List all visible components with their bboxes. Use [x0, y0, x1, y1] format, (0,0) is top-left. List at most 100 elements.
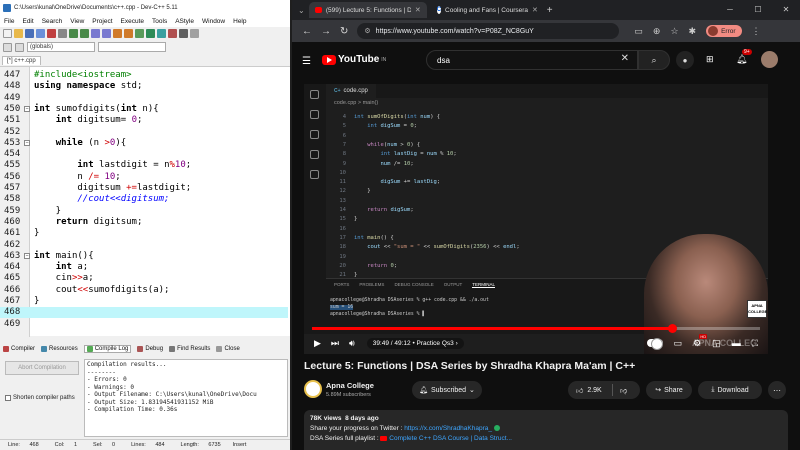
- maximize-icon[interactable]: ☐: [744, 0, 772, 20]
- menu-project[interactable]: Project: [92, 18, 112, 25]
- tab-compile-log[interactable]: Compile Log: [83, 345, 132, 353]
- compile-run-icon[interactable]: [157, 29, 166, 38]
- new-tab-icon[interactable]: +: [547, 5, 553, 16]
- twitter-link[interactable]: https://x.com/ShradhaKhapra_: [404, 425, 492, 432]
- channel-avatar[interactable]: [304, 380, 322, 398]
- close-file-icon[interactable]: [47, 29, 56, 38]
- bookmark-star-icon[interactable]: ☆: [670, 26, 678, 37]
- code-line[interactable]: 455 int lastdigit = n%10;: [0, 160, 288, 171]
- browser-tab-coursera[interactable]: C Cooling and Fans | Coursera ✕: [431, 2, 543, 18]
- profile-icon[interactable]: [190, 29, 199, 38]
- zoom-icon[interactable]: ⊕: [653, 26, 661, 37]
- cast-icon[interactable]: ▭: [634, 26, 643, 37]
- menu-dots-icon[interactable]: ⋮: [752, 26, 761, 37]
- site-info-icon[interactable]: ⚙: [364, 27, 370, 35]
- code-line[interactable]: 450− int sumofdigits(int n){: [0, 104, 288, 115]
- share-button[interactable]: ↪ Share: [646, 381, 692, 399]
- theater-mode-icon[interactable]: ▬: [732, 338, 741, 348]
- fullscreen-icon[interactable]: ⛶: [752, 338, 758, 349]
- clear-search-icon[interactable]: ✕: [621, 53, 629, 64]
- class-browser-icon[interactable]: [3, 42, 12, 52]
- like-dislike-button[interactable]: 👍︎ 2.9K 👎︎: [568, 381, 640, 399]
- close-tab-icon[interactable]: ✕: [532, 6, 538, 14]
- tab-search-icon[interactable]: ⌄: [298, 6, 305, 15]
- code-editor[interactable]: 447 #include<iostream> 448 using namespace …: [0, 66, 290, 337]
- thumbs-up-icon[interactable]: 👍︎: [576, 386, 583, 395]
- tab-resources[interactable]: Resources: [41, 346, 78, 352]
- code-line[interactable]: 458 //cout<<digitsum;: [0, 194, 288, 205]
- menu-astyle[interactable]: AStyle: [175, 18, 194, 25]
- code-line[interactable]: 459 }: [0, 206, 288, 217]
- video-description[interactable]: 78K views 8 days ago Share your progress…: [304, 410, 788, 450]
- fold-toggle-icon[interactable]: −: [24, 139, 30, 146]
- code-line[interactable]: 464 int a;: [0, 262, 288, 273]
- code-line[interactable]: 468: [0, 307, 288, 319]
- create-video-icon[interactable]: ⊞: [706, 54, 714, 65]
- user-avatar[interactable]: [761, 51, 778, 68]
- menu-edit[interactable]: Edit: [22, 18, 33, 25]
- time-display[interactable]: 39:49 / 49:12 • Practice Qs3 ›: [366, 337, 464, 349]
- fold-toggle-icon[interactable]: −: [24, 252, 30, 259]
- replace-icon[interactable]: [102, 29, 111, 38]
- voice-search-button[interactable]: ●: [676, 51, 694, 69]
- captions-icon[interactable]: ▭: [674, 338, 683, 349]
- tab-find-results[interactable]: Find Results: [169, 346, 210, 352]
- subscribed-button[interactable]: 🔔︎ Subscribed ⌄: [412, 381, 482, 399]
- code-line[interactable]: 460 return digitsum;: [0, 217, 288, 228]
- more-actions-button[interactable]: ⋯: [768, 381, 786, 399]
- settings-gear-icon[interactable]: ⚙: [693, 333, 708, 349]
- debug-icon[interactable]: [179, 29, 188, 38]
- menu-window[interactable]: Window: [202, 18, 225, 25]
- profile-error-button[interactable]: Error: [706, 25, 742, 37]
- download-button[interactable]: ⤓ Download: [698, 381, 762, 399]
- code-line[interactable]: 466 cout<<sumofdigits(a);: [0, 285, 288, 296]
- video-player[interactable]: C+ code.cpp code.cpp > main() 4 int sumOf…: [304, 84, 768, 354]
- fold-toggle-icon[interactable]: −: [24, 105, 30, 112]
- code-line[interactable]: 463− int main(){: [0, 251, 288, 262]
- save-icon[interactable]: [25, 29, 34, 38]
- compile-icon[interactable]: [135, 29, 144, 38]
- playlist-link[interactable]: Complete C++ DSA Course | Data Struct...: [389, 435, 512, 442]
- miniplayer-icon[interactable]: ◲: [712, 338, 721, 349]
- code-line[interactable]: 456 n /= 10;: [0, 172, 288, 183]
- notifications-bell-icon[interactable]: 🔔︎ 9+: [736, 49, 752, 65]
- tab-debug[interactable]: Debug: [137, 346, 163, 352]
- code-line[interactable]: 462: [0, 240, 288, 251]
- play-icon[interactable]: ▶: [314, 338, 321, 349]
- code-line[interactable]: 448 using namespace std;: [0, 81, 288, 92]
- print-icon[interactable]: [58, 29, 67, 38]
- rebuild-icon[interactable]: [168, 29, 177, 38]
- code-line[interactable]: 451 int digitsum= 0;: [0, 115, 288, 126]
- code-line[interactable]: 453− while (n >0){: [0, 138, 288, 149]
- code-line[interactable]: 467}: [0, 296, 288, 307]
- channel-name[interactable]: Apna College: [326, 381, 374, 390]
- volume-icon[interactable]: 🔊︎: [349, 338, 355, 349]
- scope-combo[interactable]: (globals): [27, 42, 95, 52]
- indent-icon[interactable]: [113, 29, 122, 38]
- abort-compilation-button[interactable]: Abort Compilation: [5, 361, 79, 375]
- code-line[interactable]: 465 cin>>a;: [0, 273, 288, 284]
- autoplay-toggle[interactable]: [646, 338, 663, 350]
- find-icon[interactable]: [91, 29, 100, 38]
- browser-tab-youtube[interactable]: (599) Lecture 5: Functions | DSA ✕: [308, 2, 427, 18]
- tab-close[interactable]: Close: [216, 346, 240, 352]
- undo-icon[interactable]: [69, 29, 78, 38]
- unindent-icon[interactable]: [124, 29, 133, 38]
- menu-file[interactable]: File: [4, 18, 14, 25]
- shorten-paths-checkbox[interactable]: Shorten compiler paths: [5, 395, 75, 401]
- save-all-icon[interactable]: [36, 29, 45, 38]
- menu-help[interactable]: Help: [233, 18, 246, 25]
- code-line[interactable]: 452: [0, 127, 288, 138]
- code-line[interactable]: 461}: [0, 228, 288, 239]
- back-icon[interactable]: ←: [302, 26, 312, 37]
- search-button[interactable]: ⌕: [638, 50, 670, 70]
- reload-icon[interactable]: ↻: [340, 26, 348, 37]
- thumbs-down-icon[interactable]: 👎︎: [620, 386, 627, 395]
- tab-compiler[interactable]: Compiler: [3, 346, 35, 352]
- redo-icon[interactable]: [80, 29, 89, 38]
- menu-execute[interactable]: Execute: [121, 18, 145, 25]
- next-video-icon[interactable]: ⏭: [331, 338, 339, 349]
- video-progress-bar[interactable]: [312, 324, 760, 333]
- code-line[interactable]: 469: [0, 319, 288, 330]
- close-window-icon[interactable]: ✕: [772, 0, 800, 20]
